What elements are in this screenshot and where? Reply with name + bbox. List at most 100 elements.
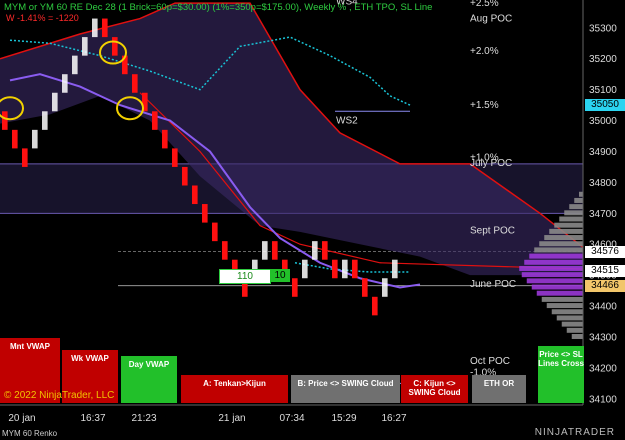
profile-bar	[536, 290, 583, 296]
price-tag: 35050	[585, 99, 625, 112]
profile-bar	[519, 265, 583, 271]
y-tick-label: 34700	[589, 209, 617, 220]
y-tick-label: 34900	[589, 147, 617, 158]
signal-button[interactable]: C: Kijun <> SWING Cloud	[401, 375, 468, 403]
level-label: WS2	[336, 116, 358, 127]
signal-button[interactable]: ETH OR	[472, 375, 526, 403]
y-tick-label: 34300	[589, 332, 617, 343]
profile-bar	[556, 315, 583, 321]
profile-bar	[541, 296, 583, 302]
level-label: +1.5%	[470, 100, 499, 111]
renko-brick	[82, 37, 88, 56]
y-tick-label: 35100	[589, 85, 617, 96]
y-tick-label: 34400	[589, 302, 617, 313]
y-tick-label: 34800	[589, 178, 617, 189]
renko-brick	[152, 111, 158, 130]
profile-bar	[546, 303, 583, 309]
chart-title: MYM or YM 60 RE Dec 28 (1 Brick=60p=$30.…	[4, 2, 433, 13]
signal-button[interactable]: B: Price <> SWING Cloud	[291, 375, 400, 403]
x-tick-label: 16:27	[381, 413, 406, 424]
y-tick-label: 34200	[589, 363, 617, 374]
profile-bar	[569, 204, 583, 210]
renko-brick	[62, 74, 68, 93]
signal-button[interactable]: Price <> SL Lines Cross	[538, 346, 584, 403]
profile-bar	[521, 272, 583, 278]
time-axis[interactable]: 20 jan 16:37 21:23 21 jan 07:34 15:29 16:27	[0, 404, 583, 424]
renko-brick	[342, 259, 348, 279]
level-label: July POC	[470, 158, 512, 169]
renko-brick	[302, 259, 308, 279]
profile-bar	[554, 222, 583, 228]
profile-bar	[524, 259, 583, 265]
profile-bar	[544, 235, 583, 241]
profile-bar	[534, 247, 583, 253]
renko-brick	[362, 278, 368, 297]
renko-brick	[12, 129, 18, 149]
renko-brick	[292, 278, 298, 297]
renko-brick	[192, 185, 198, 205]
renko-brick	[92, 18, 98, 38]
renko-brick	[162, 129, 168, 149]
renko-brick	[72, 55, 78, 75]
renko-brick	[372, 296, 378, 316]
renko-brick	[22, 148, 28, 167]
renko-brick	[2, 111, 8, 130]
x-tick-label: 20 jan	[8, 413, 35, 424]
x-tick-label: 21:23	[131, 413, 156, 424]
profile-bar	[549, 228, 583, 234]
signal-button[interactable]: Day VWAP	[121, 356, 177, 403]
profile-bar	[529, 253, 583, 259]
renko-brick	[332, 259, 338, 279]
renko-brick	[42, 111, 48, 130]
renko-brick	[112, 37, 118, 56]
renko-brick	[322, 241, 328, 260]
profile-bar	[571, 333, 583, 339]
renko-brick	[172, 148, 178, 167]
price-axis[interactable]: 3410034200343003440034500346003470034800…	[582, 0, 617, 405]
weekly-change: W -1.41% = -1220	[6, 13, 79, 23]
renko-brick	[352, 259, 358, 279]
renko-brick	[382, 278, 388, 297]
profile-bar	[559, 216, 583, 222]
renko-brick	[212, 222, 218, 242]
instrument-label: MYM 60 Renko	[2, 429, 58, 438]
level-label: June POC	[470, 279, 516, 290]
profile-bar	[531, 284, 583, 290]
profile-bar	[526, 278, 583, 284]
brick-count-left: 110	[219, 269, 271, 284]
renko-brick	[52, 92, 58, 112]
profile-bar	[579, 191, 583, 197]
renko-brick	[392, 259, 398, 279]
renko-brick	[312, 241, 318, 260]
renko-brick	[102, 18, 108, 38]
y-tick-label: 34100	[589, 394, 617, 405]
price-tag: 34515	[585, 264, 625, 277]
price-tag: 34576	[585, 245, 625, 258]
profile-bar	[539, 241, 583, 247]
renko-brick	[132, 74, 138, 93]
y-tick-label: 35000	[589, 116, 617, 127]
y-tick-label: 35200	[589, 54, 617, 65]
level-label: Aug POC	[470, 14, 512, 25]
y-tick-label: 35300	[589, 23, 617, 34]
x-tick-label: 21 jan	[218, 413, 245, 424]
renko-brick	[182, 166, 188, 186]
renko-brick	[32, 129, 38, 149]
renko-brick	[202, 204, 208, 223]
profile-bar	[551, 309, 583, 315]
level-label: +2.0%	[470, 46, 499, 57]
x-tick-label: 07:34	[279, 413, 304, 424]
x-tick-label: 15:29	[331, 413, 356, 424]
profile-bar	[574, 197, 583, 203]
renko-brick	[222, 241, 228, 260]
level-label: +2.5%	[470, 0, 499, 9]
signal-button[interactable]: A: Tenkan>Kijun	[181, 375, 288, 403]
profile-bar	[561, 321, 583, 327]
renko-brick	[262, 241, 268, 260]
profile-bar	[564, 210, 583, 216]
level-label: Oct POC	[470, 356, 510, 367]
ninjatrader-logo: NINJATRADER	[534, 427, 615, 438]
brick-count-right: 10	[270, 269, 290, 282]
profile-bar	[566, 327, 583, 333]
x-tick-label: 16:37	[80, 413, 105, 424]
